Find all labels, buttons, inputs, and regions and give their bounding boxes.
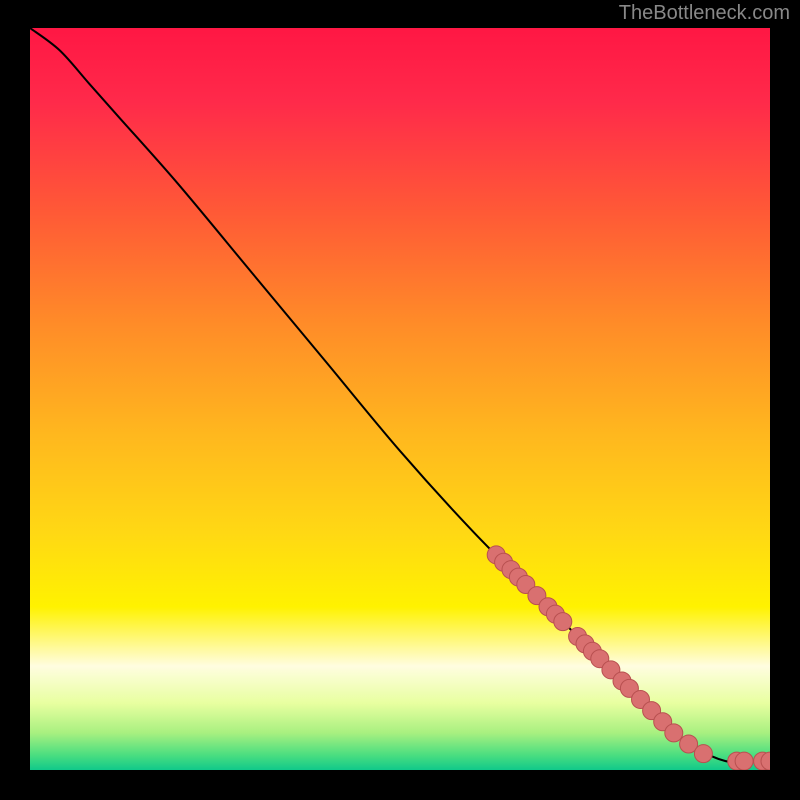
data-marker [554,613,572,631]
chart-container: TheBottleneck.com [0,0,800,800]
data-marker [735,752,753,770]
attribution-text: TheBottleneck.com [619,2,790,25]
data-markers [487,546,770,770]
curve-overlay [30,28,770,770]
bottleneck-curve [30,28,770,762]
data-marker [665,724,683,742]
plot-area [30,28,770,770]
data-marker [694,745,712,763]
